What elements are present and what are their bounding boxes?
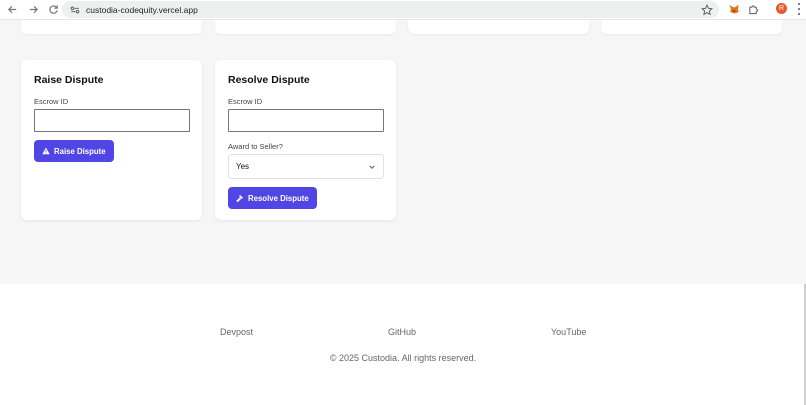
bookmark-star-icon[interactable] <box>701 3 713 16</box>
raise-dispute-card: Raise Dispute Escrow ID Raise Dispute <box>21 60 202 220</box>
forward-arrow-icon[interactable] <box>24 1 42 19</box>
footer-copyright: © 2025 Custodia. All rights reserved. <box>329 353 477 363</box>
raise-dispute-title: Raise Dispute <box>34 74 104 86</box>
card-above-4 <box>601 20 782 34</box>
card-above-1 <box>21 20 202 34</box>
url-text: custodia-codequity.vercel.app <box>86 4 198 15</box>
resolve-dispute-button-label: Resolve Dispute <box>248 193 309 203</box>
browser-toolbar: custodia-codequity.vercel.app R <box>0 0 806 20</box>
footer-link-github[interactable]: GitHub <box>388 327 416 337</box>
gavel-icon <box>236 194 244 202</box>
resolve-dispute-button[interactable]: Resolve Dispute <box>228 187 317 209</box>
warning-triangle-icon <box>42 147 50 155</box>
footer-link-youtube[interactable]: YouTube <box>551 327 586 337</box>
resolve-escrow-id-input[interactable] <box>228 109 384 132</box>
site-settings-icon[interactable] <box>68 3 82 17</box>
resolve-dispute-card: Resolve Dispute Escrow ID Award to Selle… <box>215 60 396 220</box>
extensions-puzzle-icon[interactable] <box>746 2 760 16</box>
browser-menu-icon[interactable] <box>796 3 802 15</box>
raise-dispute-button-label: Raise Dispute <box>54 146 106 156</box>
card-above-2 <box>215 20 396 34</box>
raise-escrow-label: Escrow ID <box>34 97 69 106</box>
page-footer: Devpost GitHub YouTube © 2025 Custodia. … <box>0 284 806 405</box>
card-above-3 <box>408 20 589 34</box>
address-bar[interactable]: custodia-codequity.vercel.app <box>62 1 719 18</box>
award-to-seller-label: Award to Seller? <box>228 142 283 151</box>
reload-icon[interactable] <box>44 1 62 19</box>
back-arrow-icon[interactable] <box>3 1 21 19</box>
resolve-escrow-label: Escrow ID <box>228 97 263 106</box>
profile-avatar[interactable]: R <box>776 3 787 14</box>
metamask-fox-icon[interactable] <box>727 2 741 16</box>
footer-link-devpost[interactable]: Devpost <box>220 327 253 337</box>
raise-dispute-button[interactable]: Raise Dispute <box>34 140 114 162</box>
award-to-seller-select[interactable]: Yes <box>228 154 384 179</box>
chevron-down-icon <box>369 165 375 169</box>
resolve-dispute-title: Resolve Dispute <box>228 74 310 86</box>
raise-escrow-id-input[interactable] <box>34 109 190 132</box>
award-selected-value: Yes <box>236 162 250 171</box>
